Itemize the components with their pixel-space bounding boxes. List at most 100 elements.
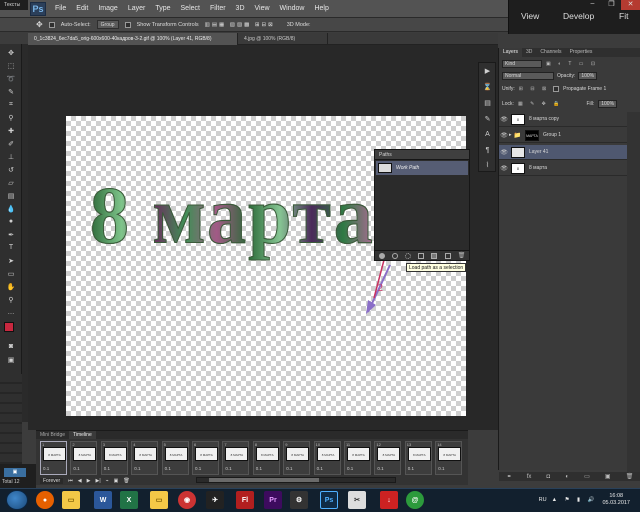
menu-view[interactable]: View xyxy=(250,5,275,12)
frame-delay[interactable]: 0.1 xyxy=(317,466,323,471)
lr-view[interactable]: View xyxy=(521,11,539,21)
hand-tool-icon[interactable]: ✋ xyxy=(5,282,17,291)
zoom-tool-icon[interactable]: ⚲ xyxy=(5,295,17,304)
language-indicator[interactable]: RU xyxy=(539,497,547,503)
dodge-tool-icon[interactable]: ● xyxy=(5,217,17,226)
eyedropper-icon[interactable]: ⚲ xyxy=(5,113,17,122)
menu-filter[interactable]: Filter xyxy=(205,5,231,12)
doc-tab-gif[interactable]: 0_1c3824_6ec7da5_orig-600x600-40кадров-3… xyxy=(28,33,238,45)
menu-3d[interactable]: 3D xyxy=(231,5,250,12)
layers-scrollbar[interactable] xyxy=(627,112,640,472)
restore-icon[interactable]: ❐ xyxy=(602,0,621,10)
app-icon[interactable]: ⚙ xyxy=(290,491,308,509)
tab-mini-bridge[interactable]: Mini Bridge xyxy=(36,431,69,439)
explorer-icon[interactable]: ▭ xyxy=(62,491,80,509)
frame-delay[interactable]: 0.1 xyxy=(225,466,231,471)
new-layer-icon[interactable]: ▣ xyxy=(605,473,611,480)
delete-layer-icon[interactable]: 🗑 xyxy=(626,473,634,480)
timeline-frame[interactable]: 88 МАРТА 0.1 xyxy=(252,441,280,475)
expand-arrow-icon[interactable]: ▸ xyxy=(509,132,512,138)
first-frame-icon[interactable]: ⏮ xyxy=(68,478,73,484)
frame-delay[interactable]: 0.1 xyxy=(43,466,49,471)
screen-mode-icon[interactable]: ▣ xyxy=(5,355,17,364)
timeline-frame[interactable]: 48 МАРТА 0.1 xyxy=(131,441,159,475)
mask-icon[interactable]: ◘ xyxy=(547,474,551,480)
fill-path-icon[interactable] xyxy=(378,252,385,259)
layer-row[interactable]: 👁 8 МАРТА 8 марта xyxy=(499,161,627,176)
new-path-icon[interactable] xyxy=(444,252,451,259)
marquee-tool-icon[interactable]: ⬚ xyxy=(5,61,17,70)
actions-icon[interactable]: ▤ xyxy=(482,99,493,108)
timeline-frame[interactable]: 13 8 МАРТА 0.1 xyxy=(404,441,432,475)
layer-row[interactable]: 👁 8 МАРТА 8 марта copy xyxy=(499,112,627,127)
lasso-tool-icon[interactable]: ➰ xyxy=(5,74,17,83)
auto-select-checkbox[interactable] xyxy=(48,21,55,28)
make-work-path-icon[interactable] xyxy=(418,252,425,259)
gradient-tool-icon[interactable]: ▤ xyxy=(5,191,17,200)
close-icon[interactable]: ✕ xyxy=(621,0,640,10)
clock[interactable]: 16:08 05.03.2017 xyxy=(602,493,630,507)
frame-delay[interactable]: 0.1 xyxy=(438,466,444,471)
menu-type[interactable]: Type xyxy=(150,5,175,12)
menu-window[interactable]: Window xyxy=(275,5,310,12)
delete-frame-icon[interactable]: 🗑 xyxy=(123,478,129,484)
link-layers-icon[interactable]: ⚭ xyxy=(507,473,512,480)
app-icon[interactable]: ✈ xyxy=(206,491,224,509)
excel-icon[interactable]: X xyxy=(120,491,138,509)
show-transform-checkbox[interactable] xyxy=(124,21,131,28)
fx-icon[interactable]: fx xyxy=(527,474,532,480)
timeline-frame[interactable]: 14 8 МАРТА 0.1 xyxy=(435,441,463,475)
blur-tool-icon[interactable]: 💧 xyxy=(5,204,17,213)
tab-timeline[interactable]: Timeline xyxy=(69,431,96,439)
opacity-input[interactable]: 100% xyxy=(578,72,598,80)
trash-icon[interactable]: 🗑 xyxy=(458,252,466,259)
character-icon[interactable]: A xyxy=(482,131,493,140)
eraser-tool-icon[interactable]: ▱ xyxy=(5,178,17,187)
status-badge[interactable]: ▣ xyxy=(4,468,26,477)
stroke-path-icon[interactable] xyxy=(391,252,398,259)
menu-image[interactable]: Image xyxy=(93,5,122,12)
scrollbar-thumb[interactable] xyxy=(209,478,319,482)
quick-select-icon[interactable]: ✎ xyxy=(5,87,17,96)
doc-tab-jpg[interactable]: 4.jpg @ 100% (RGB/8) xyxy=(238,33,328,45)
frame-delay[interactable]: 0.1 xyxy=(408,466,414,471)
play-icon[interactable]: ▶ xyxy=(482,67,493,76)
frame-delay[interactable]: 0.1 xyxy=(165,466,171,471)
more-tools-icon[interactable]: … xyxy=(5,308,17,317)
timeline-frame[interactable]: 98 МАРТА 0.1 xyxy=(283,441,311,475)
menu-select[interactable]: Select xyxy=(176,5,205,12)
tray-icons[interactable]: ▲ ⚑ ▮ 🔊 xyxy=(552,497,598,503)
next-frame-icon[interactable]: ▶| xyxy=(95,478,100,484)
lock-icons[interactable]: ▦ ✎ ✥ 🔒 xyxy=(518,101,563,107)
photoshop-taskbar-icon[interactable]: Ps xyxy=(320,491,338,509)
firefox-icon[interactable]: ● xyxy=(36,491,54,509)
propagate-checkbox[interactable] xyxy=(553,86,560,92)
layer-row-selected[interactable]: 👁 Layer 41 xyxy=(499,145,627,160)
paragraph-icon[interactable]: ¶ xyxy=(482,147,493,156)
move-tool-icon[interactable]: ✥ xyxy=(36,20,43,29)
timeline-scrollbar[interactable] xyxy=(196,477,396,483)
paths-panel-title[interactable]: Paths xyxy=(375,150,469,160)
timeline-frame[interactable]: 18 МАРТА 0.1 xyxy=(40,441,67,475)
foreground-color-swatch[interactable] xyxy=(4,322,14,332)
fill-input[interactable]: 100% xyxy=(598,100,618,108)
unify-icons[interactable]: ⊞ ⊟ ⊠ xyxy=(519,86,549,92)
menu-edit[interactable]: Edit xyxy=(71,5,93,12)
timeline-frame[interactable]: 58 МАРТА 0.1 xyxy=(161,441,189,475)
play-icon[interactable]: ▶ xyxy=(87,478,91,484)
timeline-frame[interactable]: 11 8 МАРТА 0.1 xyxy=(344,441,371,475)
frame-delay[interactable]: 0.1 xyxy=(104,466,110,471)
timeline-frame[interactable]: 10 8 МАРТА 0.1 xyxy=(313,441,341,475)
duplicate-frame-icon[interactable]: ▣ xyxy=(114,478,119,484)
new-group-icon[interactable]: ▭ xyxy=(584,473,590,480)
menu-help[interactable]: Help xyxy=(309,5,333,12)
layer-row[interactable]: 👁 ▸ 📁 МАРТА Group 1 xyxy=(499,128,627,143)
tab-channels[interactable]: Channels xyxy=(536,48,565,57)
tab-3d[interactable]: 3D xyxy=(522,48,536,57)
paths-icon[interactable]: ⌇ xyxy=(482,161,493,170)
move-tool-icon[interactable]: ✥ xyxy=(5,48,17,57)
tab-properties[interactable]: Properties xyxy=(566,48,597,57)
visibility-eye-icon[interactable]: 👁 xyxy=(499,149,509,156)
history-icon[interactable]: ⌛ xyxy=(482,83,493,92)
menu-layer[interactable]: Layer xyxy=(123,5,151,12)
